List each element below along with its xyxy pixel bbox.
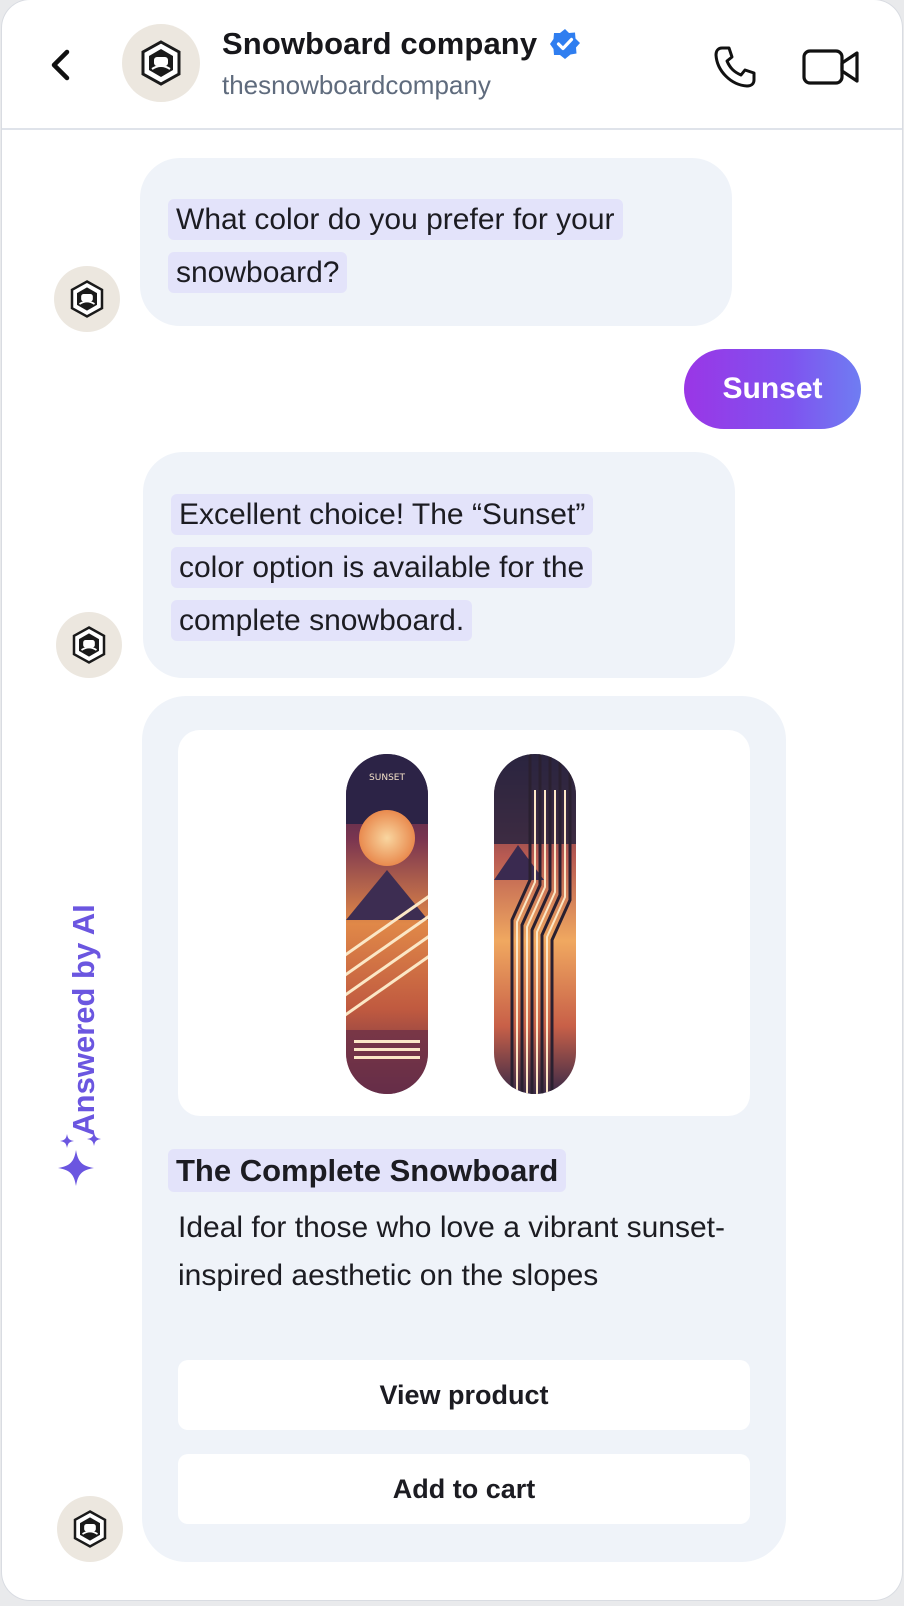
- chat-subtitle: thesnowboardcompany: [222, 70, 491, 100]
- verified-badge-icon: [550, 29, 581, 59]
- message-line: complete snowboard.: [171, 600, 473, 641]
- chat-title: Snowboard company: [222, 26, 538, 61]
- snowboard-company-logo: [141, 40, 181, 86]
- ai-label-text: Answered by AI: [66, 904, 101, 1136]
- snowboard-company-logo: [73, 1510, 107, 1548]
- phone-icon[interactable]: [712, 44, 758, 90]
- chat-window: Snowboard company thesnowboardcompany Wh…: [2, 0, 902, 1600]
- bot-avatar: [57, 1496, 123, 1562]
- board-text: SUNSET: [369, 773, 405, 783]
- product-description: Ideal for those who love a vibrant sunse…: [178, 1211, 725, 1292]
- add-to-cart-button[interactable]: Add to cart: [178, 1454, 750, 1524]
- sparkles-icon: [58, 1132, 101, 1186]
- product-title: The Complete Snowboard: [168, 1144, 567, 1197]
- message-text: What color do you prefer for your snowbo…: [168, 193, 706, 299]
- message-line: What color do you prefer for your: [168, 199, 623, 240]
- message-line: color option is available for the: [171, 547, 593, 588]
- message-text: Excellent choice! The “Sunset” color opt…: [171, 488, 711, 647]
- bot-avatar: [56, 612, 122, 678]
- snowboard-company-logo: [72, 626, 106, 664]
- product-title-text: The Complete Snowboard: [168, 1149, 567, 1192]
- message-line: snowboard?: [168, 252, 348, 293]
- snowboard-image: SUNSET: [346, 754, 576, 1094]
- message-line: Excellent choice! The “Sunset”: [171, 494, 594, 535]
- view-product-button[interactable]: View product: [178, 1360, 750, 1430]
- snowboard-company-logo: [70, 280, 104, 318]
- product-card: SUNSET The Complete Snowboard Ideal for …: [142, 696, 786, 1562]
- product-image[interactable]: SUNSET: [178, 730, 750, 1116]
- bot-message: Excellent choice! The “Sunset” color opt…: [143, 452, 735, 678]
- video-camera-icon[interactable]: [802, 46, 860, 88]
- chat-title-block: Snowboard company thesnowboardcompany: [222, 26, 581, 101]
- company-avatar[interactable]: [122, 24, 200, 102]
- bot-avatar: [54, 266, 120, 332]
- user-message: Sunset: [684, 349, 861, 429]
- chat-header: Snowboard company thesnowboardcompany: [2, 0, 902, 130]
- bot-message: What color do you prefer for your snowbo…: [140, 158, 732, 326]
- chevron-left-icon[interactable]: [42, 45, 82, 85]
